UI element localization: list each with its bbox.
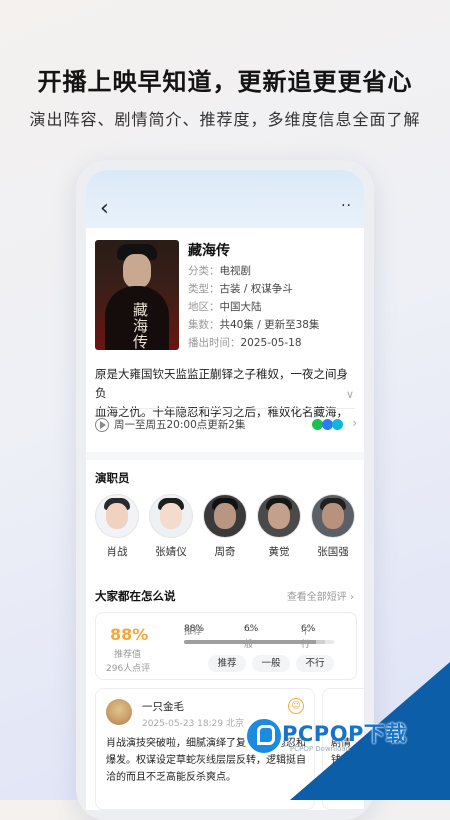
meta-type: 类型：古装 / 权谋争斗 bbox=[188, 281, 293, 296]
vote-recommend-button[interactable]: 推荐 bbox=[208, 655, 246, 672]
watermark-text: PCPOP下载 bbox=[282, 722, 407, 746]
chevron-left-icon[interactable]: ‹ bbox=[100, 198, 109, 220]
headline: 开播上映早知道，更新追更更省心 bbox=[37, 68, 413, 96]
actor-avatar bbox=[257, 494, 301, 538]
meta-episodes-value: 共40集 / 更新至38集 bbox=[219, 319, 320, 331]
see-all-reviews-link[interactable]: 查看全部短评 › bbox=[287, 588, 354, 603]
meta-airdate-label: 播出时间： bbox=[188, 337, 241, 349]
user-avatar bbox=[106, 699, 132, 725]
cast-member[interactable]: 黄觉 bbox=[255, 494, 303, 559]
top-bar: ‹ ·· bbox=[86, 170, 364, 230]
more-dots-icon[interactable]: ·· bbox=[341, 198, 352, 214]
meta-region-value: 中国大陆 bbox=[219, 301, 262, 313]
cast-member[interactable]: 张国强 bbox=[309, 494, 357, 559]
cast-title: 演职员 bbox=[95, 471, 130, 485]
actor-name: 张婧仪 bbox=[155, 546, 187, 558]
drama-poster[interactable]: 藏海传 bbox=[95, 240, 179, 350]
meta-episodes-label: 集数： bbox=[188, 319, 220, 331]
rating-bar bbox=[184, 640, 334, 644]
poster-title: 藏海传 bbox=[133, 301, 149, 350]
not-recommend-stat: 不行 6% bbox=[301, 624, 316, 650]
recommend-percent: 88% bbox=[110, 625, 149, 644]
meta-type-value: 古装 / 权谋争斗 bbox=[219, 283, 293, 295]
actor-avatar bbox=[95, 494, 139, 538]
meta-category: 分类：电视剧 bbox=[188, 263, 251, 278]
meta-episodes: 集数：共40集 / 更新至38集 bbox=[188, 317, 319, 332]
meta-type-label: 类型： bbox=[188, 283, 220, 295]
chevron-right-icon: › bbox=[352, 416, 357, 430]
rating-bar-recommend bbox=[184, 640, 316, 644]
rating-bar-neutral bbox=[316, 640, 325, 644]
meta-category-label: 分类： bbox=[188, 265, 220, 277]
play-icon bbox=[95, 418, 109, 432]
actor-name: 肖战 bbox=[106, 546, 128, 558]
update-schedule: 周一至周五20:00点更新2集 bbox=[114, 419, 246, 431]
divider bbox=[95, 408, 355, 409]
review-count: 296人点评 bbox=[106, 664, 151, 674]
vote-neutral-button[interactable]: 一般 bbox=[252, 655, 290, 672]
actor-avatar bbox=[311, 494, 355, 538]
watermark-logo-icon bbox=[244, 716, 284, 756]
recommend-stat: 推荐 88% bbox=[184, 624, 205, 637]
chevron-down-icon[interactable]: ∨ bbox=[346, 388, 354, 401]
actor-name: 周奇 bbox=[214, 546, 236, 558]
update-schedule-row[interactable]: 周一至周五20:00点更新2集 › bbox=[95, 416, 357, 436]
comment-username: 一只金毛 bbox=[142, 701, 184, 713]
meta-airdate-value: 2025-05-18 bbox=[240, 337, 302, 349]
cast-member[interactable]: 张婧仪 bbox=[147, 494, 195, 559]
drama-info-card: 藏海传 藏海传 分类：电视剧 类型：古装 / 权谋争斗 地区：中国大陆 集数：共… bbox=[86, 228, 364, 452]
drama-title: 藏海传 bbox=[188, 243, 230, 259]
reviews-title: 大家都在怎么说 bbox=[95, 589, 176, 603]
cast-member[interactable]: 周奇 bbox=[201, 494, 249, 559]
meta-region-label: 地区： bbox=[188, 301, 220, 313]
poster-face bbox=[123, 254, 151, 288]
watermark-subtext: PCPOP Download bbox=[290, 745, 351, 753]
meta-category-value: 电视剧 bbox=[219, 265, 252, 277]
review-comment[interactable]: 一只金毛 2025-05-23 18:29 北京 ☺ 肖战演技突破啦，细腻演绎了… bbox=[95, 688, 315, 810]
cast-member[interactable]: 肖战 bbox=[93, 494, 141, 559]
actor-name: 黄觉 bbox=[268, 546, 290, 558]
platform-youku-icon bbox=[332, 419, 343, 430]
actor-avatar bbox=[149, 494, 193, 538]
actor-avatar bbox=[203, 494, 247, 538]
comment-time: 2025-05-23 18:29 北京 bbox=[142, 719, 244, 729]
actor-name: 张国强 bbox=[317, 546, 349, 558]
recommend-percent-label: 推荐值 bbox=[114, 650, 142, 660]
meta-region: 地区：中国大陆 bbox=[188, 299, 262, 314]
synopsis-line-1: 原是大雍国钦天监监正蒯铎之子稚奴，一夜之间身负 bbox=[95, 367, 348, 400]
meta-airdate: 播出时间：2025-05-18 bbox=[188, 335, 302, 350]
subline: 演出阵容、剧情简介、推荐度，多维度信息全面了解 bbox=[29, 110, 421, 129]
cast-card: 演职员 肖战 张婧仪 周奇 黄觉 张国强 bbox=[86, 460, 364, 580]
neutral-stat: 一般 6% bbox=[244, 624, 259, 650]
